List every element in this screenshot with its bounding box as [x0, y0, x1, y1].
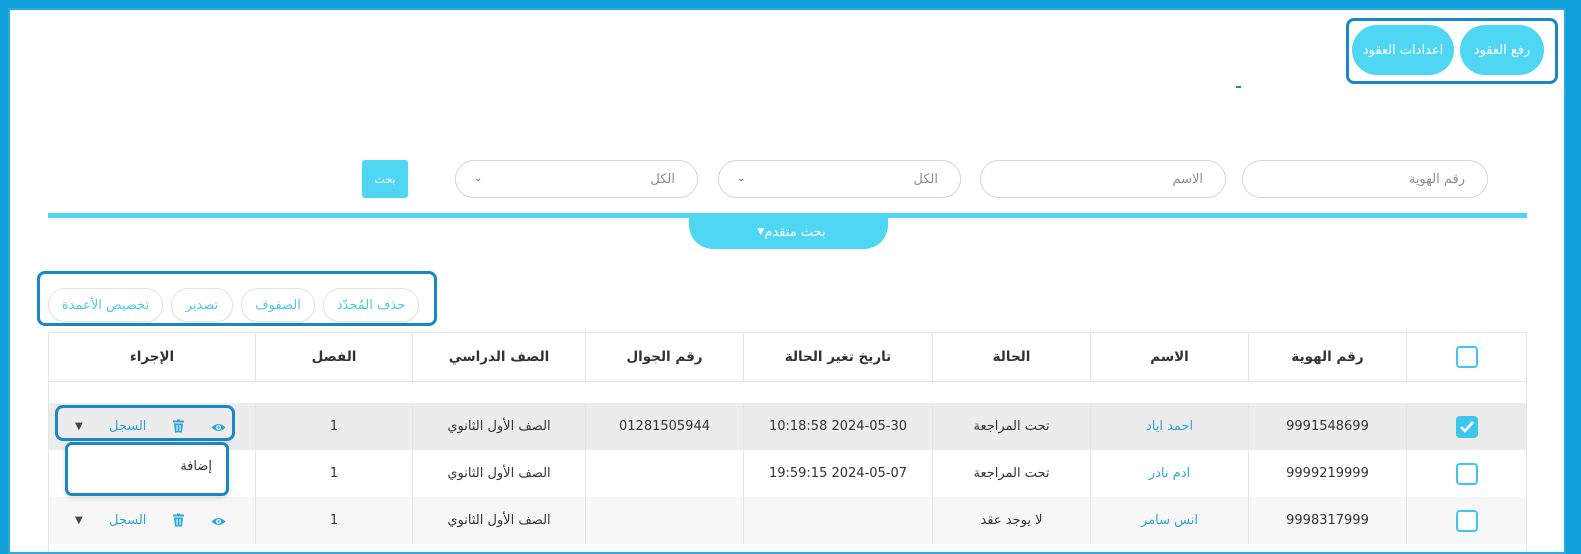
id-number-placeholder: رقم الهوية: [1408, 171, 1465, 187]
delete-selected-button[interactable]: حذف المُحدّد: [323, 288, 419, 322]
cell-id: 9998317999: [1248, 497, 1406, 544]
advanced-search-label: بحث متقدم: [764, 224, 826, 240]
caret-down-icon[interactable]: ▼: [75, 515, 83, 526]
cell-class: 1: [255, 497, 412, 544]
advanced-search-toggle[interactable]: بحث متقدم ▼: [689, 215, 888, 249]
cell-grade: الصف الأول الثانوي: [412, 497, 585, 544]
rows-button[interactable]: الصفوف: [241, 288, 315, 322]
cell-status-date: 2024-05-07 19:59:15: [743, 450, 932, 497]
chevron-down-icon: ⌄: [737, 173, 746, 184]
filter-select-2-value: الكل: [650, 171, 675, 187]
cell-status-date: [743, 497, 932, 544]
upload-contracts-button[interactable]: رفع العقود: [1460, 25, 1544, 75]
row-actions-highlight: [55, 405, 235, 441]
select-all-checkbox[interactable]: [1456, 346, 1478, 368]
cell-class: 1: [255, 403, 412, 450]
header-divider: [49, 381, 1526, 382]
student-name-link[interactable]: ادم نادر: [1090, 450, 1248, 497]
header-name: الاسم: [1090, 333, 1248, 381]
students-table: رقم الهوية الاسم الحالة تاريخ تغير الحال…: [48, 332, 1527, 552]
search-button[interactable]: بحث: [362, 160, 408, 198]
export-button[interactable]: تصدير: [171, 288, 233, 322]
action-dropdown-menu: إضافة: [65, 442, 229, 496]
row-checkbox[interactable]: [1456, 509, 1478, 532]
caret-down-icon: ▼: [757, 227, 765, 237]
header-class: الفصل: [255, 333, 412, 381]
contract-settings-button[interactable]: اعدادات العقود: [1352, 25, 1454, 75]
trash-icon[interactable]: [173, 511, 184, 530]
table-row: 9999219999 ادم نادر تحت المراجعة 2024-05…: [49, 450, 1526, 497]
cell-status-date: 2024-05-30 10:18:58: [743, 403, 932, 450]
row-checkbox[interactable]: [1456, 415, 1478, 438]
header-status: الحالة: [932, 333, 1090, 381]
cell-class: 1: [255, 450, 412, 497]
cell-grade: الصف الأول الثانوي: [412, 403, 585, 450]
filter-select-1-value: الكل: [913, 171, 938, 187]
row-checkbox[interactable]: [1456, 462, 1478, 485]
cell-id: 9991548699: [1248, 403, 1406, 450]
header-grade: الصف الدراسي: [412, 333, 585, 381]
name-placeholder: الاسم: [1172, 171, 1203, 187]
student-name-link[interactable]: انس سامر: [1090, 497, 1248, 544]
cell-id: 9999219999: [1248, 450, 1406, 497]
action-cell: ▼ السجل: [49, 497, 255, 544]
header-id: رقم الهوية: [1248, 333, 1406, 381]
divider-mark: [1236, 86, 1241, 88]
add-menu-item[interactable]: إضافة: [180, 459, 212, 474]
chevron-down-icon: ⌄: [474, 173, 483, 184]
id-number-input[interactable]: رقم الهوية: [1242, 160, 1488, 198]
filter-select-2[interactable]: الكل ⌄: [455, 160, 698, 198]
name-input[interactable]: الاسم: [980, 160, 1226, 198]
cell-grade: الصف الأول الثانوي: [412, 450, 585, 497]
table-row: 9991548699 احمد اياد تحت المراجعة 2024-0…: [49, 403, 1526, 450]
header-action: الإجراء: [129, 349, 175, 365]
customize-columns-button[interactable]: تخصيص الأعمدة: [48, 288, 163, 322]
log-link[interactable]: السجل: [109, 513, 146, 528]
select-all-header: [1406, 333, 1527, 381]
filter-select-1[interactable]: الكل ⌄: [718, 160, 961, 198]
table-row: 9998317999 انس سامر لا يوجد عقد الصف الأ…: [49, 497, 1526, 544]
row-checkbox-cell: [1406, 497, 1527, 544]
header-mobile: رقم الجوال: [585, 333, 743, 381]
cell-mobile: [585, 497, 743, 544]
app-window: رفع العقود اعدادات العقود رقم الهوية الا…: [8, 8, 1566, 554]
eye-icon[interactable]: [211, 511, 226, 530]
row-checkbox-cell: [1406, 450, 1527, 497]
cell-mobile: [585, 450, 743, 497]
cell-status: تحت المراجعة: [932, 450, 1090, 497]
cell-mobile: 01281505944: [585, 403, 743, 450]
cell-status: لا يوجد عقد: [932, 497, 1090, 544]
student-name-link[interactable]: احمد اياد: [1090, 403, 1248, 450]
row-checkbox-cell: [1406, 403, 1527, 450]
cell-status: تحت المراجعة: [932, 403, 1090, 450]
header-status-date: تاريخ تغير الحالة: [743, 333, 932, 381]
